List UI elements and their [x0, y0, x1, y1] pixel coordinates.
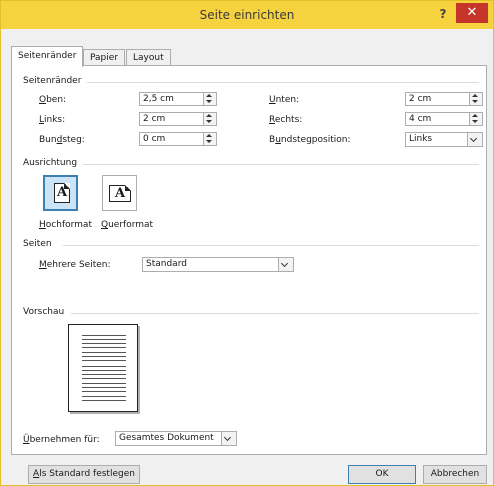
tab-seitenraender[interactable]: Seitenränder — [11, 46, 84, 67]
section-divider — [63, 245, 479, 246]
window-title: Seite einrichten — [199, 8, 295, 22]
gutter-label: Bundsteg: — [39, 135, 85, 145]
right-margin-label: Rechts: — [269, 115, 303, 125]
apply-to-select[interactable]: Gesamtes Dokument — [115, 431, 237, 446]
section-preview-heading: Vorschau — [23, 307, 65, 317]
bottom-margin-stepper[interactable]: 2 cm — [405, 92, 483, 106]
left-margin-value: 2 cm — [143, 114, 166, 124]
apply-to-value: Gesamtes Dokument — [119, 433, 214, 443]
portrait-label[interactable]: Hochformat — [39, 220, 92, 230]
left-margin-label: Links: — [39, 115, 66, 125]
spin-arrows-icon[interactable] — [469, 93, 482, 105]
section-margins-heading: Seitenränder — [23, 76, 82, 86]
section-pages-heading: Seiten — [23, 239, 52, 249]
bottom-margin-value: 2 cm — [409, 94, 432, 104]
top-margin-label: Oben: — [39, 95, 67, 105]
gutter-value: 0 cm — [143, 134, 166, 144]
section-divider — [83, 164, 479, 165]
help-button[interactable]: ? — [431, 5, 455, 23]
portrait-option[interactable]: A — [43, 175, 78, 211]
cancel-button[interactable]: Abbrechen — [423, 465, 487, 484]
section-divider — [71, 313, 479, 314]
left-margin-stepper[interactable]: 2 cm — [139, 112, 217, 126]
multiple-pages-label: Mehrere Seiten: — [39, 260, 111, 270]
close-button[interactable]: ✕ — [456, 3, 488, 23]
gutter-stepper[interactable]: 0 cm — [139, 132, 217, 146]
title-bar: Seite einrichten ? ✕ — [1, 1, 493, 29]
preview-page-thumbnail — [68, 324, 138, 412]
set-as-default-button[interactable]: Als Standard festlegen — [28, 465, 140, 484]
page-setup-dialog: Seite einrichten ? ✕ Seitenränder Papier… — [0, 0, 494, 486]
tab-layout[interactable]: Layout — [126, 49, 171, 65]
gutter-position-select[interactable]: Links — [405, 132, 483, 147]
multiple-pages-select[interactable]: Standard — [142, 257, 294, 272]
chevron-down-icon[interactable] — [278, 258, 293, 271]
ok-button[interactable]: OK — [348, 465, 416, 484]
landscape-page-icon: A — [109, 185, 131, 202]
spin-arrows-icon[interactable] — [203, 113, 216, 125]
portrait-page-icon: A — [54, 183, 70, 203]
multiple-pages-value: Standard — [146, 259, 187, 269]
right-margin-stepper[interactable]: 4 cm — [405, 112, 483, 126]
right-margin-value: 4 cm — [409, 114, 432, 124]
top-margin-value: 2,5 cm — [143, 94, 174, 104]
spin-arrows-icon[interactable] — [203, 93, 216, 105]
gutter-position-label: Bundstegposition: — [269, 135, 351, 145]
landscape-option[interactable]: A — [102, 175, 137, 211]
bottom-margin-label: Unten: — [269, 95, 300, 105]
section-orientation-heading: Ausrichtung — [23, 158, 78, 168]
spin-arrows-icon[interactable] — [469, 113, 482, 125]
tab-papier[interactable]: Papier — [83, 49, 125, 65]
chevron-down-icon[interactable] — [221, 432, 236, 445]
chevron-down-icon[interactable] — [467, 133, 482, 146]
section-divider — [87, 82, 479, 83]
top-margin-stepper[interactable]: 2,5 cm — [139, 92, 217, 106]
apply-to-label: Übernehmen für: — [23, 435, 100, 445]
landscape-label[interactable]: Querformat — [101, 220, 153, 230]
gutter-position-value: Links — [409, 134, 433, 144]
spin-arrows-icon[interactable] — [203, 133, 216, 145]
